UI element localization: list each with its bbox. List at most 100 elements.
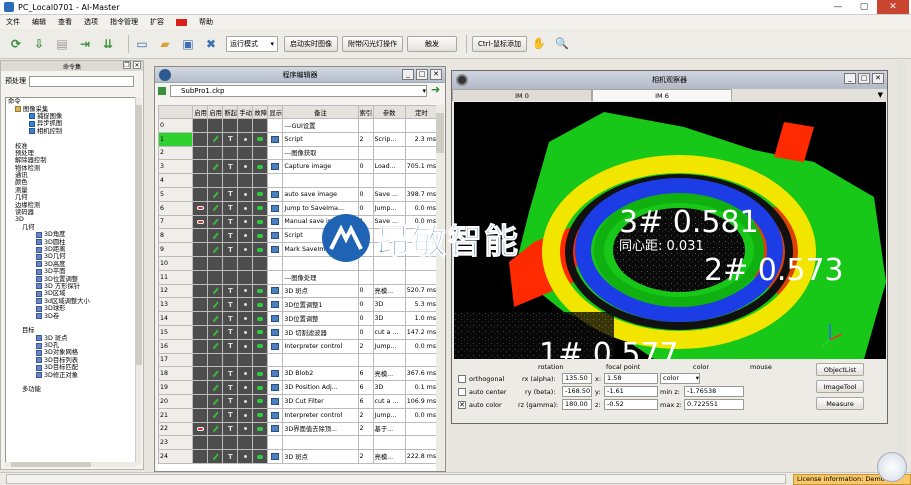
note-cell[interactable]: Interpreter control	[282, 407, 359, 423]
timing-cell[interactable]: 398.7 ms	[404, 186, 438, 202]
camera-minimize-button[interactable]: _	[844, 73, 856, 84]
index-cell[interactable]	[357, 269, 374, 285]
table-row[interactable]: 24 T 3D 斑点 2 亮模... 222.8 ms	[158, 449, 438, 464]
note-cell[interactable]: Capture image	[282, 159, 359, 175]
timing-cell[interactable]: 1.0 ms	[404, 311, 438, 326]
breakpoint-cell[interactable]	[192, 297, 209, 313]
trigger-cell[interactable]	[222, 435, 239, 451]
note-cell[interactable]: ---图像获取	[282, 145, 359, 161]
tree-item[interactable]: 3D 方形探针	[6, 283, 136, 290]
note-cell[interactable]	[282, 173, 359, 188]
param-cell[interactable]: 亮模...	[372, 366, 406, 382]
trigger-cell[interactable]: T	[222, 311, 239, 326]
enable-cell[interactable]	[207, 269, 224, 285]
table-row[interactable]: 16 T Interpreter control 2 Jump... 0.0 ms	[158, 338, 438, 354]
status-cell[interactable]	[252, 297, 269, 313]
command-type-cell[interactable]	[267, 380, 284, 395]
maximize-button[interactable]: ▢	[851, 0, 877, 14]
tree-item[interactable]: 目标	[6, 327, 136, 334]
command-type-cell[interactable]	[267, 449, 284, 464]
table-row[interactable]: 13 T 3D位置调整1 0 3D 5.3 ms	[158, 297, 438, 313]
status-cell[interactable]	[252, 380, 269, 395]
param-cell[interactable]: 基于...	[372, 421, 406, 437]
enable-cell[interactable]	[207, 393, 224, 409]
tree-item[interactable]: 3D目标列表	[6, 357, 136, 364]
note-cell[interactable]: Interpreter control	[282, 338, 359, 354]
table-row[interactable]: 18 T 3D Blob2 6 亮模... 367.6 ms	[158, 366, 438, 382]
table-row[interactable]: 20 T 3D Cut Filter 6 cut a ... 106.9 ms	[158, 393, 438, 409]
timing-cell[interactable]	[404, 421, 438, 437]
menu-edit[interactable]: 编辑	[32, 17, 46, 27]
color-select[interactable]: color ▾	[660, 373, 700, 384]
command-type-cell[interactable]	[267, 421, 284, 437]
row-number[interactable]: 0	[158, 118, 194, 133]
camera-close-button[interactable]: ✕	[872, 73, 884, 84]
menu-help[interactable]: 帮助	[199, 17, 213, 27]
row-number[interactable]: 9	[158, 242, 194, 257]
move-down-icon[interactable]: ⇩	[31, 36, 47, 52]
breakpoint-cell[interactable]	[192, 228, 209, 244]
table-row[interactable]: 1 T Script 2 Scrip... 2.3 ms	[158, 131, 438, 147]
enable-cell[interactable]	[207, 145, 224, 161]
row-number[interactable]: 4	[158, 173, 194, 188]
column-header[interactable]: 索引	[357, 105, 374, 119]
trigger-cell[interactable]: T	[222, 407, 239, 423]
status-cell[interactable]	[252, 269, 269, 285]
index-cell[interactable]: 2	[357, 421, 374, 437]
row-number[interactable]: 1	[158, 131, 194, 147]
breakpoint-cell[interactable]	[192, 366, 209, 382]
breakpoint-cell[interactable]	[192, 449, 209, 464]
command-type-cell[interactable]	[267, 311, 284, 326]
status-cell[interactable]	[252, 435, 269, 451]
param-cell[interactable]: 3D	[372, 311, 406, 326]
index-cell[interactable]: 6	[357, 366, 374, 382]
ry-input[interactable]: -168.50	[562, 386, 592, 397]
breakpoint-cell[interactable]	[192, 324, 209, 340]
tree-item[interactable]: 颜色	[6, 179, 136, 186]
index-cell[interactable]: 6	[357, 380, 374, 395]
table-row[interactable]: 2 ---图像获取	[158, 145, 438, 161]
param-cell[interactable]: 3D	[372, 297, 406, 313]
breakpoint-cell[interactable]	[192, 311, 209, 326]
command-type-cell[interactable]	[267, 352, 284, 368]
command-type-cell[interactable]	[267, 338, 284, 354]
camera-maximize-button[interactable]: □	[858, 73, 870, 84]
breakpoint-cell[interactable]	[192, 145, 209, 161]
index-cell[interactable]: 0	[357, 324, 374, 340]
status-cell[interactable]	[252, 283, 269, 299]
enable-cell[interactable]	[207, 173, 224, 188]
enable-cell[interactable]	[207, 311, 224, 326]
enable-cell[interactable]	[207, 407, 224, 423]
enable-cell[interactable]	[207, 283, 224, 299]
manual-cell[interactable]	[237, 118, 254, 133]
trigger-cell[interactable]: T	[222, 380, 239, 395]
row-number[interactable]: 22	[158, 421, 194, 437]
delete-icon[interactable]: ✖	[203, 36, 219, 52]
status-cell[interactable]	[252, 449, 269, 464]
column-header[interactable]: 备注	[282, 105, 359, 119]
enable-cell[interactable]	[207, 228, 224, 244]
note-cell[interactable]: 3D位置调整1	[282, 297, 359, 313]
command-type-cell[interactable]	[267, 159, 284, 175]
command-type-cell[interactable]	[267, 393, 284, 409]
timing-cell[interactable]: 0.1 ms	[404, 380, 438, 395]
index-cell[interactable]: 0	[357, 159, 374, 175]
row-number[interactable]: 8	[158, 228, 194, 244]
breakpoint-cell[interactable]	[192, 186, 209, 202]
index-cell[interactable]: 2	[357, 338, 374, 354]
breakpoint-cell[interactable]	[192, 159, 209, 175]
status-cell[interactable]	[252, 338, 269, 354]
index-cell[interactable]: 2	[357, 131, 374, 147]
image-tool-button[interactable]: ImageTool	[816, 380, 864, 393]
breakpoint-cell[interactable]	[192, 352, 209, 368]
note-cell[interactable]: 3D界面值去除顶...	[282, 421, 359, 437]
tree-vscrollbar[interactable]	[135, 97, 142, 465]
trigger-cell[interactable]: T	[222, 283, 239, 299]
manual-cell[interactable]	[237, 297, 254, 313]
index-cell[interactable]	[357, 145, 374, 161]
table-row[interactable]: 19 T 3D Position Adj... 6 3D 0.1 ms	[158, 380, 438, 395]
note-cell[interactable]: 3D Cut Filter	[282, 393, 359, 409]
breakpoint-cell[interactable]	[192, 214, 209, 230]
column-header[interactable]: 断起	[222, 105, 239, 119]
breakpoint-cell[interactable]	[192, 255, 209, 271]
